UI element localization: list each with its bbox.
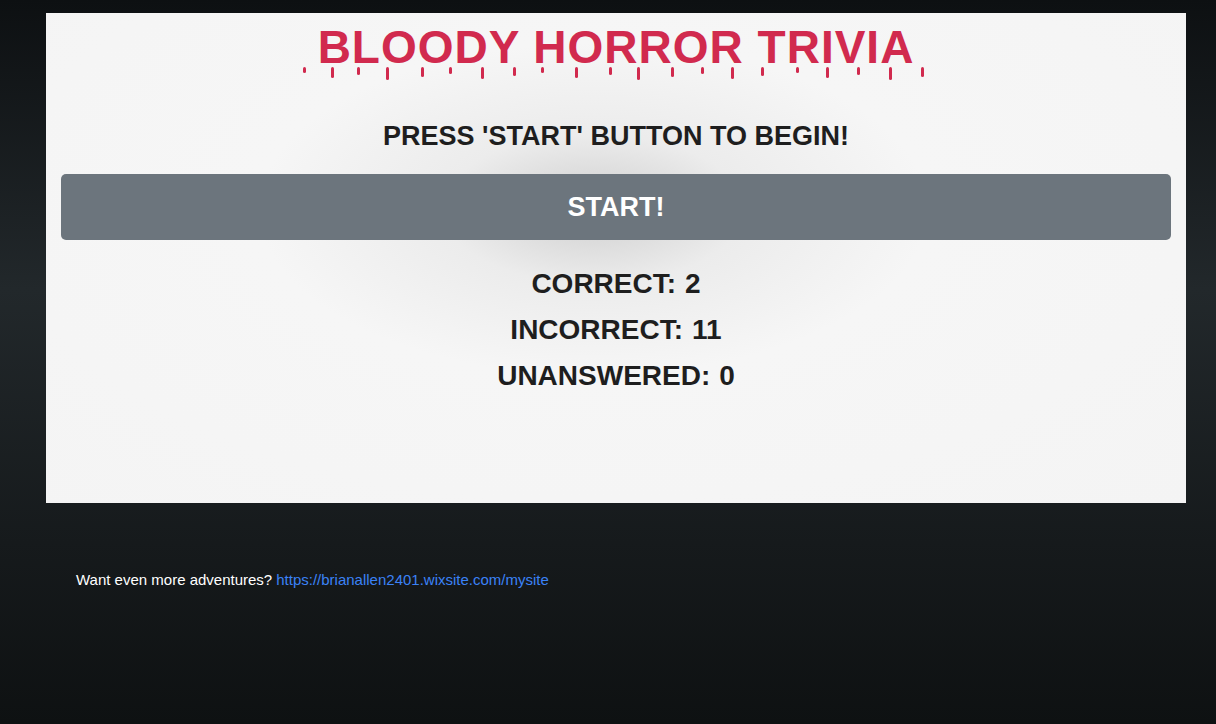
start-button[interactable]: START! [61,174,1171,240]
footer-text: Want even more adventures? [76,569,272,592]
game-panel: BLOODY HORROR TRIVIA PRESS 'START' BUTTON… [46,13,1186,503]
score-label: CORRECT: [531,264,676,304]
game-title: BLOODY HORROR TRIVIA [318,19,915,75]
score-value: 11 [692,310,722,350]
prompt-text: PRESS 'START' BUTTON TO BEGIN! [383,119,849,153]
score-label: UNANSWERED: [497,356,710,396]
score-list: CORRECT:2INCORRECT:11UNANSWERED:0 [497,264,735,396]
score-value: 2 [685,264,701,304]
score-label: INCORRECT: [510,310,683,350]
footer-link[interactable]: https://brianallen2401.wixsite.com/mysit… [276,569,549,592]
score-value: 0 [719,356,735,396]
score-row: CORRECT:2 [531,264,700,304]
score-row: INCORRECT:11 [510,310,721,350]
score-row: UNANSWERED:0 [497,356,735,396]
blood-drips-icon [291,67,941,81]
footer: Want even more adventures?https://briana… [76,569,1216,592]
